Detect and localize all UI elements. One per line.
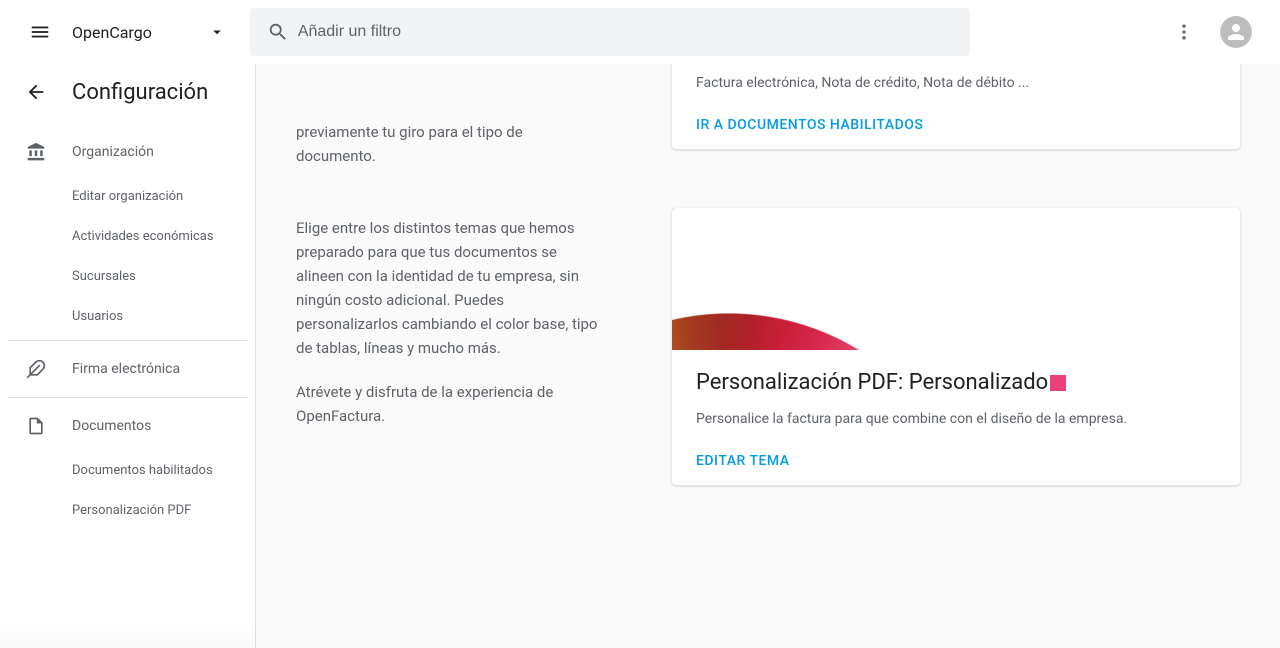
search-bar[interactable] xyxy=(250,8,970,56)
theme-color-chip xyxy=(1050,375,1066,391)
account-button[interactable] xyxy=(1216,12,1256,52)
card-personalizacion-pdf: Personalización PDF: Personalizado Perso… xyxy=(672,208,1240,485)
main-content: previamente tu giro para el tipo de docu… xyxy=(256,64,1280,648)
back-button[interactable] xyxy=(24,80,48,104)
card-description: Personalice la factura para que combine … xyxy=(696,409,1216,430)
nav-item-organizacion[interactable]: Organización xyxy=(0,128,255,176)
sidebar-title: Configuración xyxy=(72,80,208,105)
card-docs-habilitados: Documentos habilitados para facturación … xyxy=(672,64,1240,149)
nav-sublabel: Documentos habilitados xyxy=(72,463,213,478)
card-action-edit-theme[interactable]: Editar tema xyxy=(696,453,790,469)
nav-sublabel: Personalización PDF xyxy=(72,503,191,518)
nav-subitem-usuarios[interactable]: Usuarios xyxy=(0,296,255,336)
nav-sublabel: Actividades económicas xyxy=(72,229,214,244)
nav-subitem-sucursales[interactable]: Sucursales xyxy=(0,256,255,296)
search-icon xyxy=(258,12,298,52)
app-switcher[interactable]: OpenCargo xyxy=(72,23,226,42)
more-vert-icon xyxy=(1174,22,1194,42)
card-description: Factura electrónica, Nota de crédito, No… xyxy=(696,73,1216,94)
nav-subitem-editar-org[interactable]: Editar organización xyxy=(0,176,255,216)
nav-sublabel: Sucursales xyxy=(72,269,136,284)
search-input[interactable] xyxy=(298,8,962,56)
nav-item-firma[interactable]: Firma electrónica xyxy=(0,345,255,393)
card-action-docs[interactable]: Ir a documentos habilitados xyxy=(696,117,923,133)
divider xyxy=(8,340,247,341)
appbar-right xyxy=(1164,12,1280,52)
feather-icon xyxy=(24,357,48,381)
nav-sublabel: Editar organización xyxy=(72,189,183,204)
sidebar-header: Configuración xyxy=(0,64,255,120)
nav-sublabel: Usuarios xyxy=(72,309,123,324)
section-docs-habilitados: previamente tu giro para el tipo de docu… xyxy=(296,64,1240,168)
nav-section: Organización Editar organización Activid… xyxy=(0,120,255,530)
section-desc-text: Elige entre los distintos temas que hemo… xyxy=(296,216,600,360)
nav-label: Organización xyxy=(72,144,154,160)
document-icon xyxy=(24,414,48,438)
nav-item-documentos[interactable]: Documentos xyxy=(0,402,255,450)
section-description: previamente tu giro para el tipo de docu… xyxy=(296,64,600,168)
nav-label: Firma electrónica xyxy=(72,361,180,377)
chevron-down-icon xyxy=(208,23,226,41)
avatar-icon xyxy=(1220,16,1252,48)
card-actions: Ir a documentos habilitados xyxy=(672,106,1240,149)
card-body: Documentos habilitados para facturación … xyxy=(672,64,1240,106)
appbar: OpenCargo xyxy=(0,0,1280,64)
nav-subitem-personalizacion-pdf[interactable]: Personalización PDF xyxy=(0,490,255,530)
more-button[interactable] xyxy=(1164,12,1204,52)
card-media xyxy=(672,208,1240,350)
menu-button[interactable] xyxy=(16,8,64,56)
section-description: Elige entre los distintos temas que hemo… xyxy=(296,208,600,428)
card-title-text: Personalización PDF: Personalizado xyxy=(696,370,1048,395)
section-desc-text: previamente tu giro para el tipo de docu… xyxy=(296,120,600,168)
nav-subitem-docs-habilitados[interactable]: Documentos habilitados xyxy=(0,450,255,490)
card-title: Personalización PDF: Personalizado xyxy=(696,370,1216,395)
nav-subitem-actividades[interactable]: Actividades económicas xyxy=(0,216,255,256)
app-title: OpenCargo xyxy=(72,23,152,42)
divider xyxy=(8,397,247,398)
section-desc-text: Atrévete y disfruta de la experiencia de… xyxy=(296,380,600,428)
card-actions: Editar tema xyxy=(672,442,1240,485)
sidebar: Configuración Organización Editar organi… xyxy=(0,64,256,648)
bank-icon xyxy=(24,140,48,164)
card-body: Personalización PDF: Personalizado Perso… xyxy=(672,350,1240,442)
nav-label: Documentos xyxy=(72,418,151,434)
section-personalizacion-pdf: Elige entre los distintos temas que hemo… xyxy=(296,208,1240,485)
arrow-back-icon xyxy=(25,81,47,103)
hamburger-icon xyxy=(29,21,51,43)
